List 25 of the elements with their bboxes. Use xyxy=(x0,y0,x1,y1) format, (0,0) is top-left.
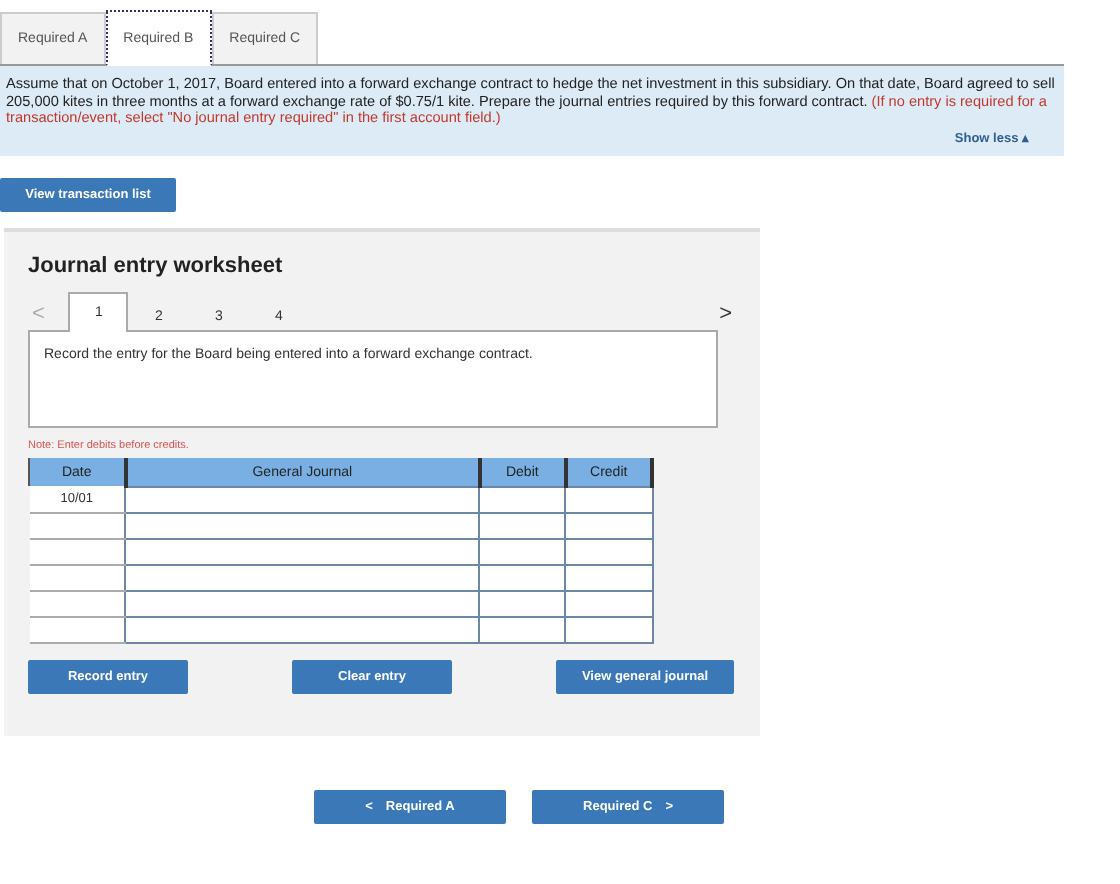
next-button[interactable]: > xyxy=(715,298,736,331)
input-field[interactable] xyxy=(565,616,652,643)
input-field[interactable] xyxy=(125,538,480,565)
input-field[interactable] xyxy=(125,512,480,539)
date-cell xyxy=(29,564,126,591)
input-field[interactable] xyxy=(565,486,652,513)
date-cell xyxy=(29,616,126,643)
worksheet-title: Journal entry worksheet xyxy=(28,254,285,279)
input-field[interactable] xyxy=(125,590,480,617)
input-field[interactable] xyxy=(479,486,566,513)
input-field[interactable] xyxy=(479,590,566,617)
date-cell xyxy=(29,590,126,617)
input-field[interactable] xyxy=(565,564,652,591)
input-field[interactable] xyxy=(125,616,480,643)
input-field[interactable] xyxy=(565,512,652,539)
input-field[interactable] xyxy=(479,512,566,539)
input-field[interactable] xyxy=(125,486,480,513)
input-field[interactable] xyxy=(565,590,652,617)
input-field[interactable] xyxy=(479,538,566,565)
input-field[interactable] xyxy=(565,538,652,565)
input-field[interactable] xyxy=(125,564,480,591)
input-field[interactable] xyxy=(479,616,566,643)
date-cell xyxy=(29,512,126,539)
input-field[interactable] xyxy=(479,564,566,591)
date-cell xyxy=(29,538,126,565)
